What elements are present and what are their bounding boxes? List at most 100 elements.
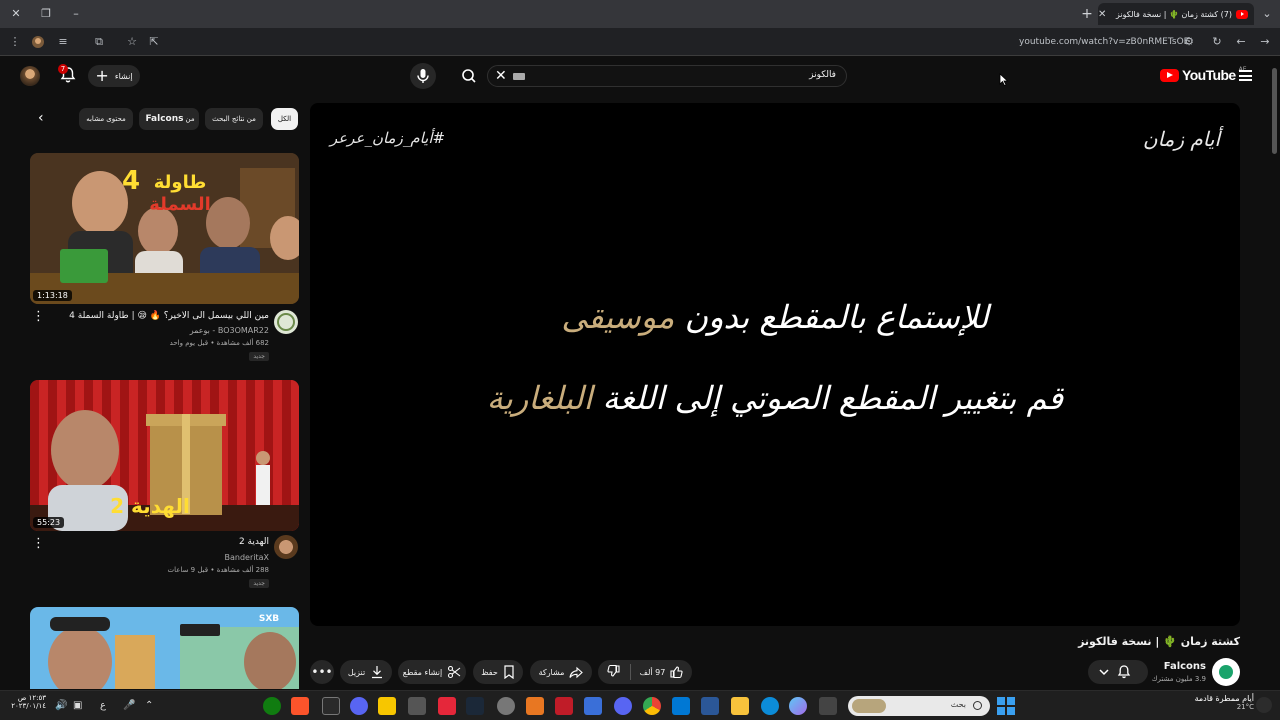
clip-button[interactable]: إنشاء مقطع (398, 660, 466, 684)
recommendation-title[interactable]: مين اللي بيسمل الى الاخير؟ 🔥 😪 | طاولة ا… (69, 311, 269, 321)
reload-icon[interactable]: ↻ (1210, 35, 1224, 49)
restore-window-icon[interactable]: ❐ (38, 6, 54, 22)
taskbar-clock[interactable]: ١٢:٥٣ ص ٢٠٢٣/٠١/١٤ (11, 694, 46, 710)
reading-list-icon[interactable]: ≡ (56, 35, 70, 49)
weather-summary: أيام ممطرة قادمة (1194, 694, 1254, 703)
close-window-icon[interactable]: ✕ (8, 6, 24, 22)
subscribed-button[interactable] (1088, 660, 1148, 684)
xbox-icon[interactable] (263, 697, 281, 715)
share-button[interactable]: مشاركة (530, 660, 592, 684)
app-icon-red[interactable] (438, 697, 456, 715)
chrome-icon[interactable] (643, 697, 661, 715)
recommendation-title[interactable]: الهدية 2 (239, 537, 269, 547)
hamburger-menu-icon[interactable] (1239, 70, 1252, 81)
recommendation-channel[interactable]: BO3OMAR22 - بوعمر (190, 326, 269, 335)
extensions-icon[interactable]: ⧉ (92, 35, 106, 49)
channel-name[interactable]: Falcons (1164, 661, 1206, 672)
edge-icon[interactable] (761, 697, 779, 715)
browser-tab-bar: ✕ ❐ – + (7) كشتة زمان 🌵 | نسخة فالكونز ✕… (0, 0, 1280, 28)
address-bar[interactable]: youtube.com/watch?v=zB0nRMETsOE (1019, 37, 1189, 47)
copilot-icon[interactable] (789, 697, 807, 715)
weather-widget[interactable]: أيام ممطرة قادمة 21°C (1195, 694, 1254, 711)
app-icon-gray[interactable] (497, 697, 515, 715)
input-language[interactable]: ع (100, 700, 106, 711)
more-actions-button[interactable]: ••• (310, 660, 334, 684)
video-caption-line-1: للإستماع بالمقطع بدون موسيقى (310, 298, 1240, 336)
recommendation-card[interactable]: طاولة السملة 4 1:13:18 ⋮ مين اللي بيسمل … (30, 153, 299, 365)
mail-icon[interactable] (672, 697, 690, 715)
store-icon[interactable] (701, 697, 719, 715)
create-label: إنشاء (114, 71, 133, 81)
new-tab-button[interactable]: + (1079, 6, 1095, 22)
recommendation-card[interactable]: SXB (30, 607, 299, 689)
chips-scroll-back-icon[interactable]: ‹ (38, 110, 54, 128)
channel-avatar[interactable] (274, 310, 298, 334)
chip-from-channel: Falcons (145, 114, 184, 124)
volume-icon[interactable]: 🔊 (55, 700, 67, 711)
file-explorer-icon[interactable] (731, 697, 749, 715)
back-arrow-icon[interactable]: ← (1234, 35, 1248, 49)
recommendation-card[interactable]: الهدية 2 55:23 ⋮ الهدية 2 BanderitaX 288… (30, 380, 299, 592)
share-page-icon[interactable]: ⇱ (147, 35, 161, 49)
active-tab[interactable]: (7) كشتة زمان 🌵 | نسخة فالكونز ✕ (1098, 3, 1254, 25)
video-thumbnail[interactable]: طاولة السملة 4 1:13:18 (30, 153, 299, 304)
more-options-icon[interactable]: ⋮ (32, 537, 45, 551)
user-avatar[interactable] (20, 66, 40, 86)
taskbar-search-box[interactable]: بحث (848, 696, 990, 716)
microphone-icon (417, 69, 429, 83)
chip-related[interactable]: محتوى مشابه (79, 108, 133, 130)
download-button[interactable]: تنزيل (340, 660, 392, 684)
app-icon-orange[interactable] (526, 697, 544, 715)
close-tab-icon[interactable]: ✕ (1098, 9, 1106, 20)
save-button[interactable]: حفظ (473, 660, 523, 684)
epic-games-icon[interactable] (322, 697, 340, 715)
video-thumbnail[interactable]: الهدية 2 55:23 (30, 380, 299, 531)
voice-search-button[interactable] (410, 63, 436, 89)
unity-icon[interactable] (408, 697, 426, 715)
chip-all[interactable]: الكل (271, 108, 298, 130)
tab-search-icon[interactable]: ⌄ (1259, 6, 1275, 22)
search-input[interactable]: ✕ فالكونز (487, 65, 847, 87)
like-button[interactable]: 97 ألف (640, 665, 684, 679)
clear-search-icon[interactable]: ✕ (495, 68, 507, 84)
brave-browser-icon[interactable] (291, 697, 309, 715)
video-player[interactable]: #أيام_زمان_عرعر أيام زمان للإستماع بالمق… (310, 103, 1240, 626)
network-icon[interactable]: ▣ (73, 700, 82, 711)
video-title: كشتة زمان 🌵 | نسخة فالكونز (1078, 635, 1240, 648)
tray-overflow-icon[interactable]: ⌃ (145, 700, 153, 711)
profile-icon[interactable] (31, 35, 45, 49)
more-options-icon[interactable]: ⋮ (32, 310, 45, 324)
dislike-button[interactable] (607, 664, 621, 680)
forward-arrow-icon[interactable]: → (1258, 35, 1272, 49)
channel-avatar[interactable] (274, 535, 298, 559)
steam-icon[interactable] (466, 697, 484, 715)
task-view-icon[interactable] (819, 697, 837, 715)
channel-avatar[interactable] (1212, 658, 1240, 686)
video-duration: 55:23 (33, 517, 65, 528)
video-thumbnail[interactable]: SXB (30, 607, 299, 689)
notification-count-badge: 7 (58, 64, 68, 74)
chip-from-falcons[interactable]: من Falcons (139, 108, 199, 130)
minimize-window-icon[interactable]: – (68, 6, 84, 22)
search-button[interactable] (455, 65, 483, 87)
chip-search-results[interactable]: من نتائج البحث (205, 108, 263, 130)
site-settings-icon[interactable]: ⚙ (1182, 35, 1196, 49)
bookmark-star-icon[interactable]: ☆ (125, 35, 139, 49)
app-icon-x[interactable] (555, 697, 573, 715)
search-icon (462, 69, 476, 83)
app-icon-blue[interactable] (584, 697, 602, 715)
windows-start-icon[interactable] (997, 697, 1015, 715)
app-icon-circle[interactable] (350, 697, 368, 715)
create-button[interactable]: إنشاء + (88, 65, 140, 87)
youtube-logo[interactable]: YouTube AE (1160, 66, 1247, 83)
rockstar-icon[interactable] (378, 697, 396, 715)
recommendation-channel[interactable]: BanderitaX (225, 553, 270, 562)
microphone-tray-icon[interactable]: 🎤 (123, 700, 135, 711)
page-scrollbar[interactable] (1271, 60, 1278, 688)
discord-icon[interactable] (614, 697, 632, 715)
bookmark-icon (504, 665, 514, 679)
browser-menu-icon[interactable]: ⋮ (8, 35, 22, 49)
scrollbar-thumb[interactable] (1272, 68, 1277, 154)
keyboard-icon[interactable] (513, 73, 525, 80)
youtube-favicon-icon (1236, 9, 1248, 19)
